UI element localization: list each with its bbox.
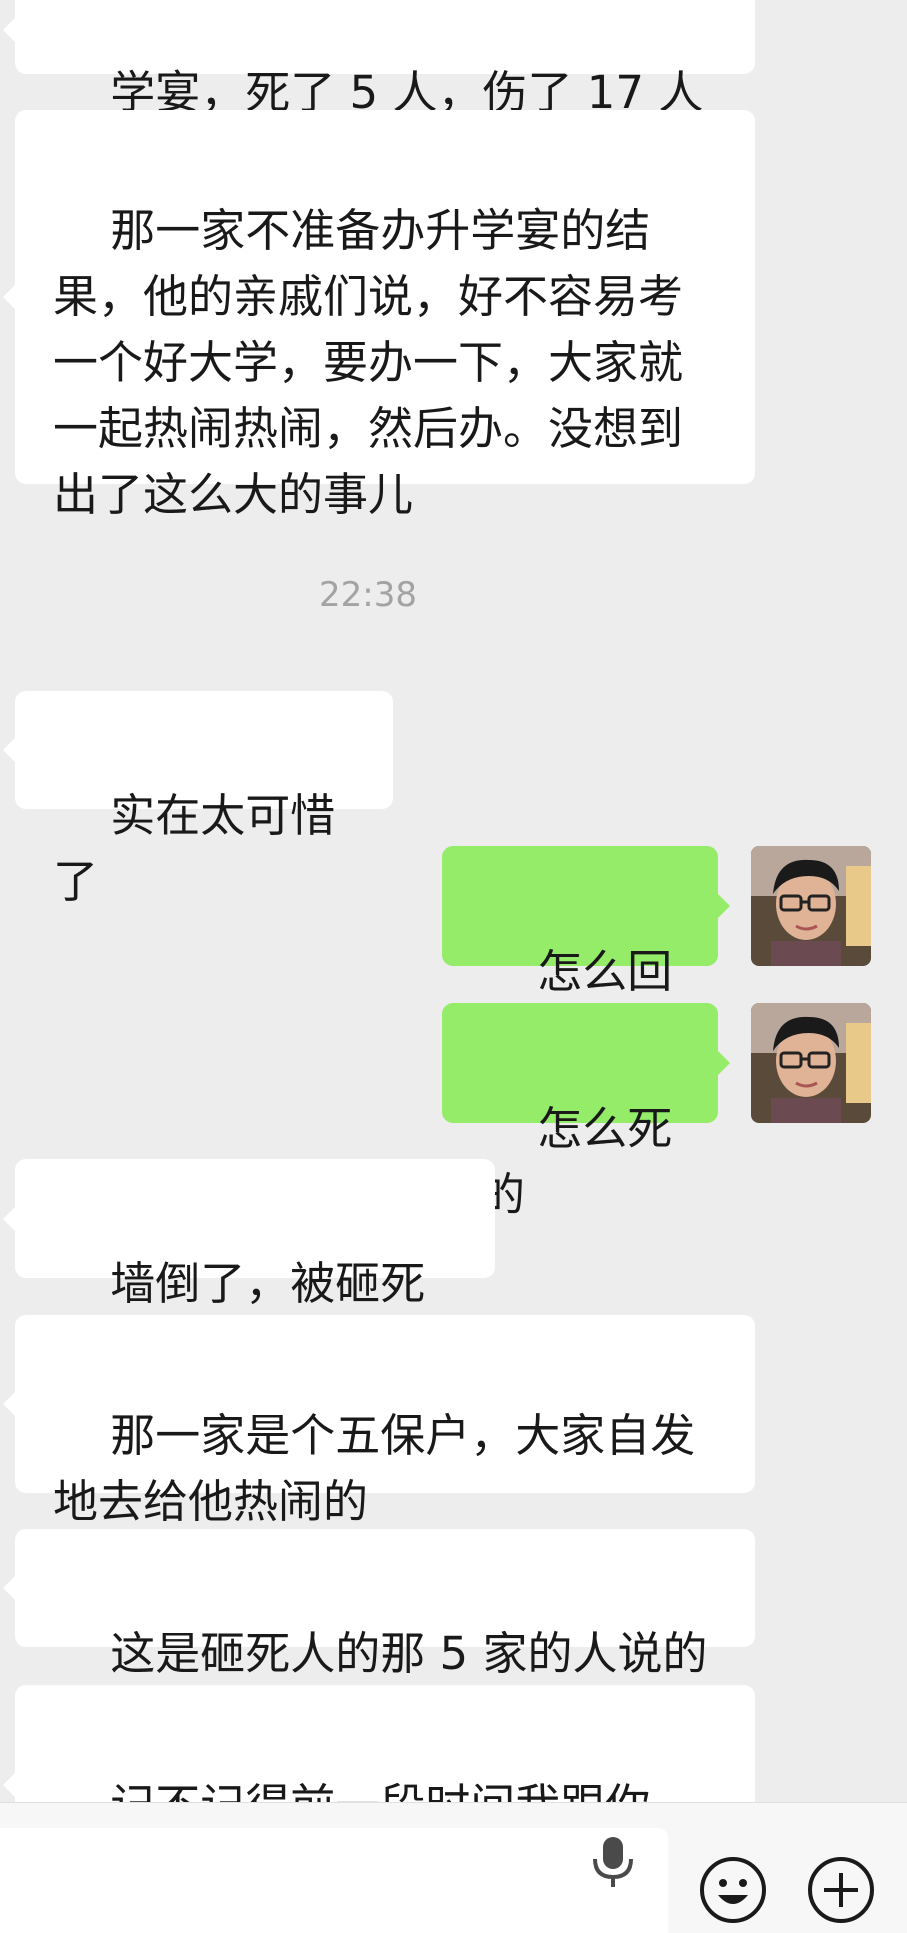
message-bubble-incoming[interactable]: 那一家是个五保户，大家自发地去给他热闹的 <box>3 1315 755 1528</box>
message-bubble-incoming[interactable]: 实在太可惜了 <box>3 691 393 908</box>
message-text: 这是砸死人的那 5 家的人说的 <box>110 1627 708 1680</box>
plus-circle-icon[interactable] <box>806 1855 876 1925</box>
message-bubble-incoming[interactable]: 学宴，死了 5 人，伤了 17 人 <box>3 0 755 119</box>
message-text: 那一家不准备办升学宴的结果，他的亲戚们说，好不容易考一个好大学，要办一下，大家就… <box>53 204 684 521</box>
message-bubble-incoming[interactable]: 那一家不准备办升学宴的结果，他的亲戚们说，好不容易考一个好大学，要办一下，大家就… <box>3 110 755 521</box>
smiley-icon[interactable] <box>698 1855 768 1925</box>
message-input[interactable] <box>0 1828 668 1933</box>
message-bubble-incoming[interactable]: 墙倒了，被砸死了 <box>3 1159 495 1376</box>
microphone-icon[interactable] <box>588 1833 638 1893</box>
message-bubble-outgoing[interactable]: 怎么回事 <box>442 846 730 1064</box>
chat-area[interactable]: 学宴，死了 5 人，伤了 17 人 那一家不准备办升学宴的结果，他的亲戚们说，好… <box>0 0 907 1802</box>
message-bubble-outgoing[interactable]: 怎么死的 <box>442 1003 730 1221</box>
user-avatar[interactable] <box>751 1003 871 1123</box>
message-timestamp: 22:38 <box>319 575 417 615</box>
message-bubble-incoming[interactable]: 记不记得前一段时间我跟你说，家里进了一个蟑螂，就在你住 <box>3 1685 755 1802</box>
message-text: 记不记得前一段时间我跟你说，家里进了一个蟑螂，就在你住 <box>53 1779 683 1802</box>
chat-input-bar <box>0 1802 907 1933</box>
message-bubble-incoming[interactable]: 这是砸死人的那 5 家的人说的 <box>3 1529 755 1680</box>
message-text: 怎么死的 <box>480 1102 673 1221</box>
message-text: 实在太可惜了 <box>53 789 336 908</box>
message-text: 那一家是个五保户，大家自发地去给他热闹的 <box>53 1409 696 1528</box>
user-avatar[interactable] <box>751 846 871 966</box>
